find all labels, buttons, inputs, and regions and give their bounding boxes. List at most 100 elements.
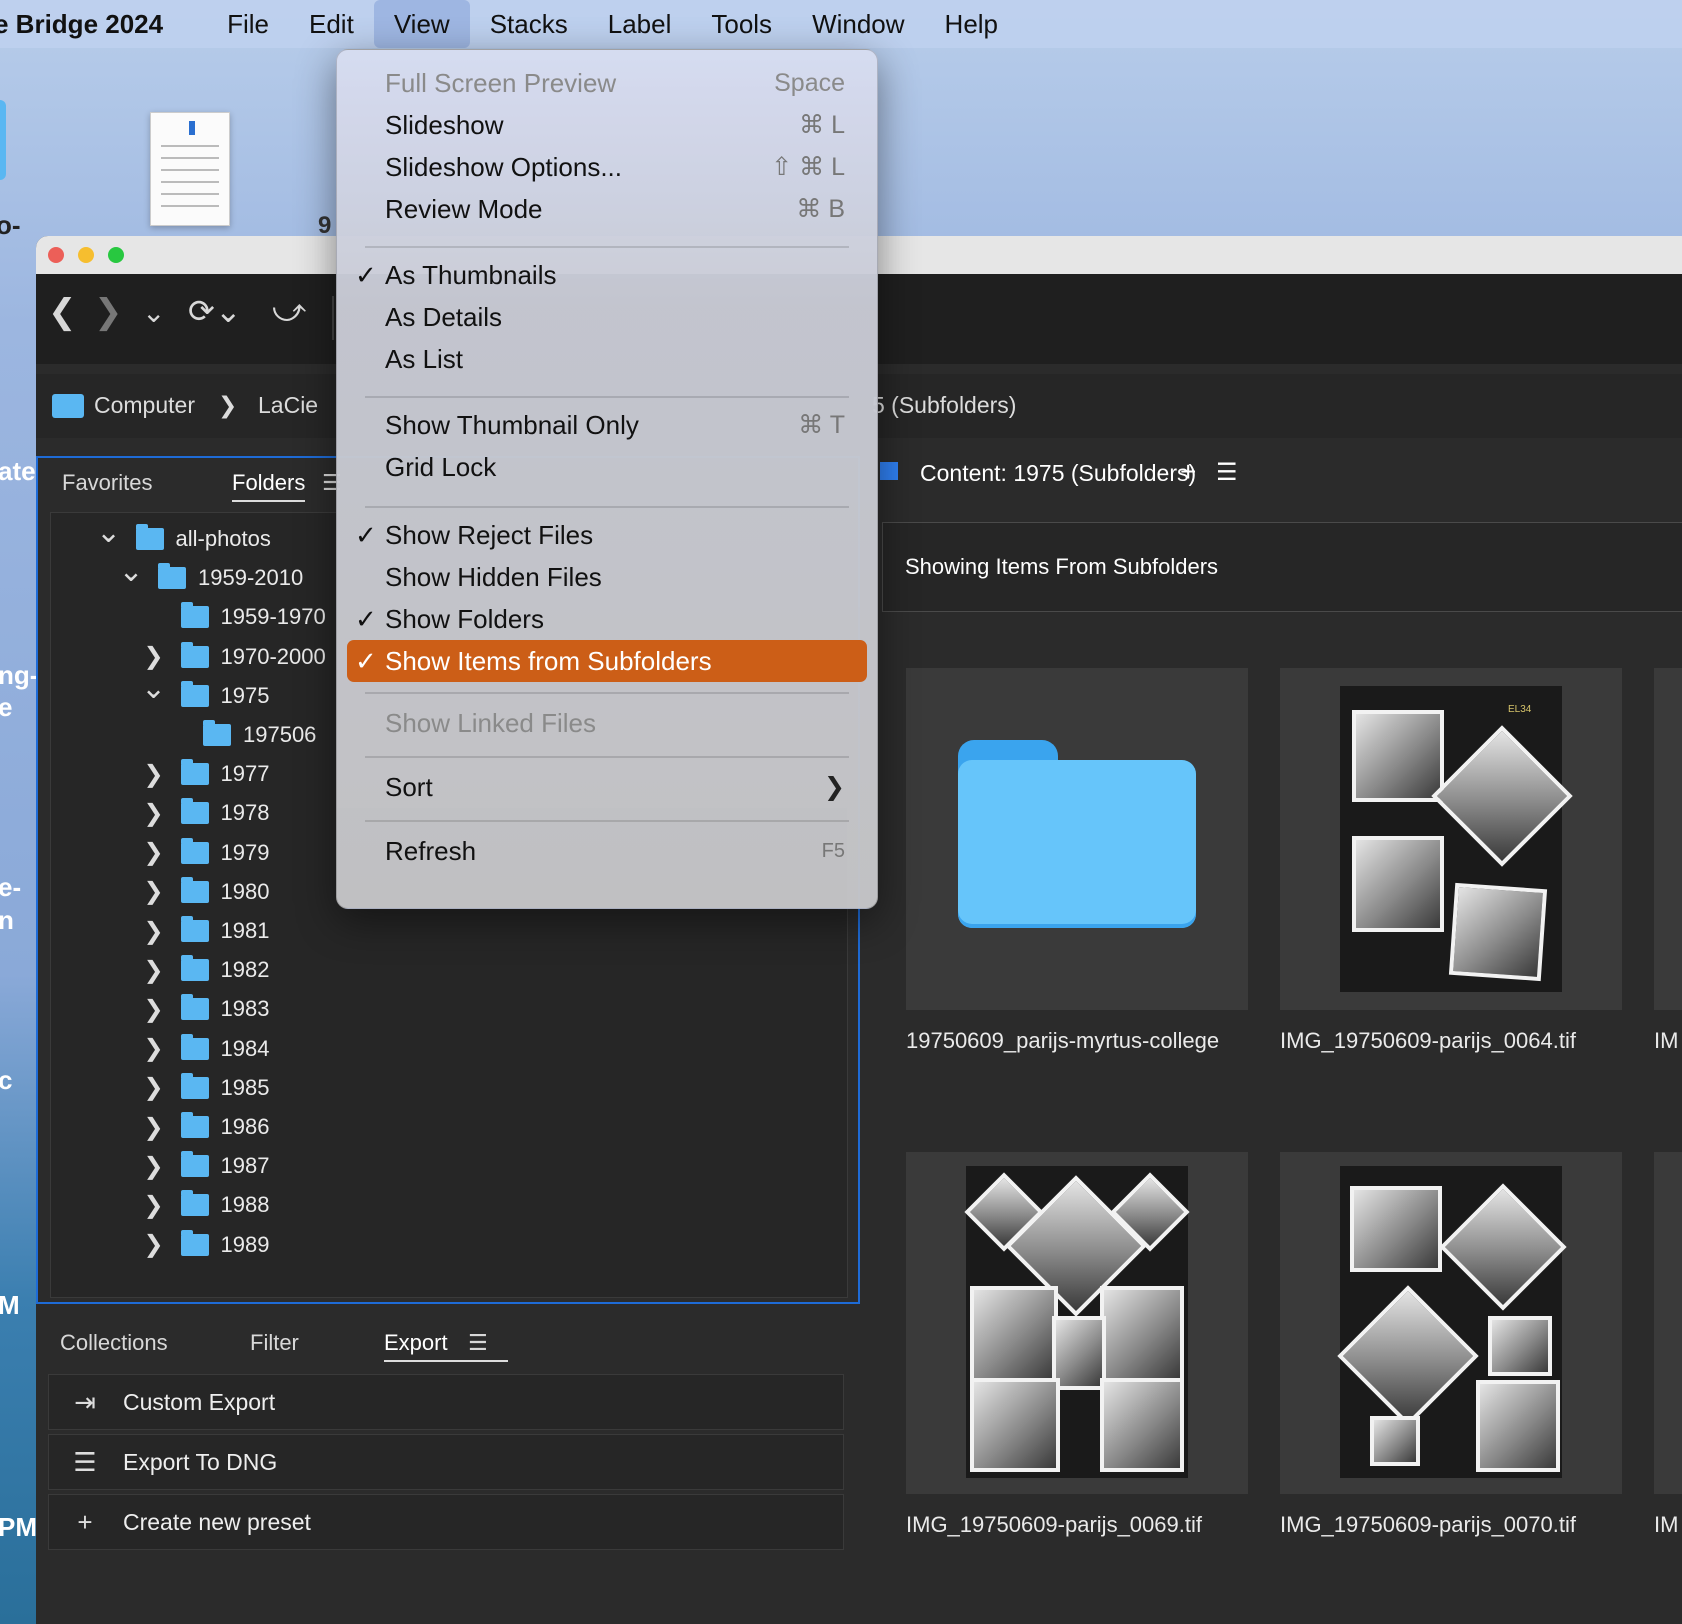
- folder-tree-item[interactable]: ❯ 1986: [143, 1109, 269, 1145]
- close-button[interactable]: [48, 247, 64, 263]
- thumbnail-image-partial[interactable]: [1654, 668, 1682, 1010]
- panel-menu-icon[interactable]: ☰: [1216, 458, 1238, 487]
- tab-favorites[interactable]: Favorites: [62, 470, 152, 496]
- chevron-down-icon[interactable]: ⌄: [142, 296, 165, 329]
- folder-icon: [180, 1229, 209, 1256]
- tab-filter[interactable]: Filter: [250, 1330, 299, 1356]
- document-file-icon[interactable]: [150, 112, 230, 226]
- menu-view[interactable]: View: [373, 0, 470, 48]
- folder-tree-item[interactable]: ⌄ 1959-2010: [118, 555, 303, 596]
- folder-tree-item[interactable]: 197506: [165, 717, 316, 753]
- menu-stacks[interactable]: Stacks: [470, 0, 588, 48]
- minimize-button[interactable]: [78, 247, 94, 263]
- menu-item-as-details[interactable]: As Details: [347, 296, 867, 338]
- back-arrow-icon[interactable]: ❮: [48, 292, 77, 332]
- chevron-down-icon[interactable]: ⌄: [118, 555, 143, 588]
- content-tab-label[interactable]: Content: 1975 (Subfolders): [920, 460, 1196, 487]
- panel-menu-icon[interactable]: ☰: [468, 1330, 488, 1356]
- chevron-right-icon[interactable]: ❯: [143, 839, 165, 866]
- boomerang-icon[interactable]: ⤻: [272, 292, 306, 330]
- chevron-right-icon[interactable]: ❯: [143, 957, 165, 984]
- tab-export[interactable]: Export: [384, 1330, 508, 1362]
- breadcrumb-lacie[interactable]: LaCie: [258, 392, 318, 419]
- chevron-right-icon[interactable]: ❯: [143, 1035, 165, 1062]
- folder-tree-item[interactable]: ⌄ 1975: [141, 672, 270, 714]
- menu-item-grid-lock[interactable]: Grid Lock: [347, 446, 867, 488]
- folder-tree-item[interactable]: ❯ 1987: [143, 1148, 269, 1184]
- folder-tree-item[interactable]: ❯ 1982: [143, 952, 270, 988]
- chevron-right-icon[interactable]: ❯: [143, 1192, 165, 1219]
- thumbnail-image[interactable]: [1280, 1152, 1622, 1494]
- thumbnail-label: IMG_19750609-parijs_0064.tif: [1280, 1028, 1576, 1053]
- breadcrumb-current[interactable]: 5 (Subfolders): [872, 392, 1016, 419]
- export-to-dng-label: Export To DNG: [123, 1448, 278, 1475]
- menu-item-show-hidden-files[interactable]: Show Hidden Files: [347, 556, 867, 598]
- menu-item-show-thumbnail-only[interactable]: Show Thumbnail Only ⌘ T: [347, 404, 867, 446]
- chevron-right-icon[interactable]: ❯: [143, 1074, 165, 1101]
- custom-export-item[interactable]: ⇥ Custom Export: [48, 1374, 844, 1430]
- chevron-right-icon[interactable]: ❯: [143, 918, 165, 945]
- desktop-label: ng-: [0, 660, 39, 690]
- menu-item-show-reject-files[interactable]: ✓ Show Reject Files: [347, 514, 867, 556]
- menu-item-review-mode[interactable]: Review Mode ⌘ B: [347, 188, 867, 230]
- folder-tree-item[interactable]: ❯ 1970-2000: [143, 639, 326, 675]
- folder-tree-item[interactable]: 1959-1970: [143, 599, 326, 635]
- plus-icon: +: [77, 1506, 93, 1537]
- thumbnail-folder[interactable]: [906, 668, 1248, 1010]
- zoom-button[interactable]: [108, 247, 124, 263]
- thumbnail-image[interactable]: [906, 1152, 1248, 1494]
- thumbnail-label: IMG_19750609-parijs_0070.tif: [1280, 1512, 1576, 1537]
- app-name[interactable]: e Bridge 2024: [0, 9, 163, 40]
- menu-item-slideshow-options[interactable]: Slideshow Options... ⇧ ⌘ L: [347, 146, 867, 188]
- chevron-right-icon[interactable]: ❯: [143, 643, 165, 670]
- subfolder-banner: Showing Items From Subfolders: [882, 522, 1682, 612]
- folder-tree-item[interactable]: ❯ 1985: [143, 1070, 269, 1106]
- folder-tree-item[interactable]: ❯ 1979: [143, 835, 269, 871]
- menu-label[interactable]: Label: [588, 0, 692, 48]
- menu-separator: [365, 506, 849, 508]
- chevron-right-icon[interactable]: ❯: [143, 996, 165, 1023]
- menu-item-show-folders[interactable]: ✓ Show Folders: [347, 598, 867, 640]
- menu-item-refresh[interactable]: Refresh F5: [347, 830, 867, 872]
- folder-tree-item[interactable]: ❯ 1989: [143, 1227, 269, 1263]
- folder-tree-item[interactable]: ⌄ all-photos: [96, 516, 271, 557]
- folder-tree-item[interactable]: ❯ 1978: [143, 795, 269, 831]
- chevron-right-icon[interactable]: ❯: [143, 1153, 165, 1180]
- forward-arrow-icon[interactable]: ❯: [94, 292, 123, 332]
- menu-window[interactable]: Window: [792, 0, 924, 48]
- recent-history-icon[interactable]: ⟳⌄: [188, 292, 242, 330]
- folder-tree-label: 1982: [220, 957, 270, 983]
- menu-file[interactable]: File: [207, 0, 289, 48]
- tab-collections[interactable]: Collections: [60, 1330, 168, 1356]
- folder-tree-item[interactable]: ❯ 1980: [143, 874, 269, 910]
- chevron-right-icon[interactable]: ❯: [143, 878, 165, 905]
- folder-tree-item[interactable]: ❯ 1983: [143, 991, 269, 1027]
- folder-tree-item[interactable]: ❯ 1984: [143, 1031, 269, 1067]
- chevron-right-icon[interactable]: ❯: [143, 800, 165, 827]
- thumbnail-image-partial[interactable]: [1654, 1152, 1682, 1494]
- chevron-down-icon[interactable]: ⌄: [141, 672, 166, 705]
- folder-tree-item[interactable]: ❯ 1981: [143, 913, 269, 949]
- menu-help[interactable]: Help: [925, 0, 1018, 48]
- chevron-right-icon[interactable]: ❯: [143, 1114, 165, 1141]
- chevron-down-icon[interactable]: ⌄: [96, 516, 121, 549]
- add-tab-icon[interactable]: +: [1180, 456, 1196, 488]
- tab-folders[interactable]: Folders: [232, 470, 306, 502]
- chevron-right-icon[interactable]: ❯: [143, 761, 165, 788]
- create-preset-item[interactable]: + Create new preset: [48, 1494, 844, 1550]
- folder-tree-item[interactable]: ❯ 1977: [143, 756, 269, 792]
- breadcrumb-computer[interactable]: Computer: [94, 392, 195, 419]
- menu-item-show-items-from-subfolders[interactable]: ✓ Show Items from Subfolders: [347, 640, 867, 682]
- photo-sheet: [1337, 1166, 1567, 1478]
- menu-tools[interactable]: Tools: [691, 0, 792, 48]
- chevron-right-icon[interactable]: ❯: [143, 1231, 165, 1258]
- menu-item-as-list[interactable]: As List: [347, 338, 867, 380]
- folder-tree-item[interactable]: ❯ 1988: [143, 1187, 269, 1223]
- menu-item-slideshow[interactable]: Slideshow ⌘ L: [347, 104, 867, 146]
- desktop-icon-edge[interactable]: [0, 100, 6, 180]
- thumbnail-image[interactable]: EL34: [1280, 668, 1622, 1010]
- menu-edit[interactable]: Edit: [289, 0, 374, 48]
- menu-item-sort[interactable]: Sort ❯: [347, 766, 867, 808]
- export-to-dng-item[interactable]: ☰ Export To DNG: [48, 1434, 844, 1490]
- menu-item-as-thumbnails[interactable]: ✓ As Thumbnails: [347, 254, 867, 296]
